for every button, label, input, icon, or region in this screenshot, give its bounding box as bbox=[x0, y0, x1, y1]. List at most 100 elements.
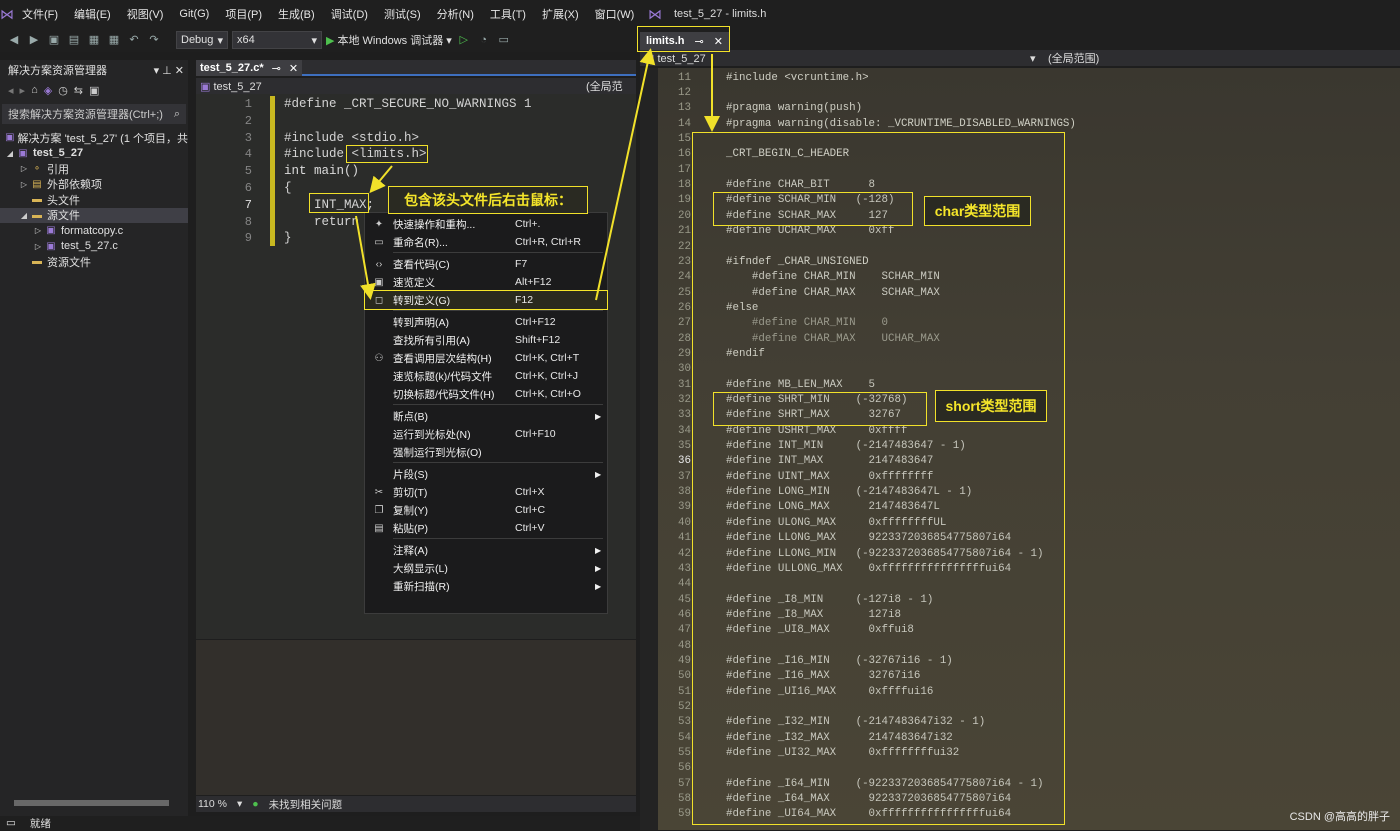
start-without-debugging-icon[interactable]: ▷ bbox=[456, 32, 472, 48]
sync-icon[interactable]: ⇆ bbox=[74, 84, 83, 97]
limits-code-line[interactable]: 34 #define USHRT_MAX 0xffff bbox=[658, 423, 907, 438]
expander-icon[interactable]: ▷ bbox=[32, 242, 44, 251]
limits-code-line[interactable]: 38 #define LONG_MIN (-2147483647L - 1) bbox=[658, 484, 972, 499]
scope-dropdown[interactable]: (全局范 bbox=[586, 78, 623, 94]
tree-item[interactable]: ▷ ∘ 引用 bbox=[0, 161, 188, 177]
context-menu-item[interactable]: 运行到光标处(N) Ctrl+F10 bbox=[365, 425, 607, 443]
back-icon[interactable]: ◀ bbox=[6, 32, 22, 48]
open-folder-icon[interactable]: ▤ bbox=[66, 32, 82, 48]
tree-item[interactable]: ◢ ▣ test_5_27 bbox=[0, 146, 188, 162]
menu-item[interactable]: 项目(P) bbox=[217, 6, 270, 22]
project-dropdown[interactable]: ▣ test_5_27 bbox=[196, 80, 586, 93]
new-project-icon[interactable]: ▣ bbox=[46, 32, 62, 48]
menu-item[interactable]: 编辑(E) bbox=[66, 6, 119, 22]
save-all-icon[interactable]: ▦ bbox=[106, 32, 122, 48]
limits-code-line[interactable]: 57 #define _I64_MIN (-9223372036854775807… bbox=[658, 776, 1043, 791]
context-menu-item[interactable]: 片段(S) ▶ bbox=[365, 465, 607, 483]
menu-item[interactable]: 分析(N) bbox=[429, 6, 482, 22]
limits-code-line[interactable]: 35 #define INT_MIN (-2147483647 - 1) bbox=[658, 438, 966, 453]
limits-code-line[interactable]: 24 #define CHAR_MIN SCHAR_MIN bbox=[658, 270, 940, 285]
platform-select[interactable]: x64 ▾ bbox=[232, 31, 322, 49]
context-menu-item[interactable]: 强制运行到光标(O) bbox=[365, 443, 607, 461]
limits-code-line[interactable]: 42 #define LLONG_MIN (-922337203685477580… bbox=[658, 546, 1043, 561]
context-menu-item[interactable]: 大纲显示(L) ▶ bbox=[365, 559, 607, 577]
menu-item[interactable]: 窗口(W) bbox=[587, 6, 643, 22]
run-debugger-button[interactable]: ▶ 本地 Windows 调试器 ▾ bbox=[326, 32, 452, 48]
limits-code-line[interactable]: 49 #define _I16_MIN (-32767i16 - 1) bbox=[658, 653, 953, 668]
horizontal-scrollbar[interactable] bbox=[14, 800, 169, 806]
context-menu-item[interactable]: 重新扫描(R) ▶ bbox=[365, 577, 607, 595]
limits-code-line[interactable]: 18 #define CHAR_BIT 8 bbox=[658, 177, 875, 192]
undo-icon[interactable]: ↶ bbox=[126, 32, 142, 48]
menu-item[interactable]: 工具(T) bbox=[482, 6, 534, 22]
limits-code-line[interactable]: 45 #define _I8_MIN (-127i8 - 1) bbox=[658, 592, 933, 607]
context-menu-item[interactable]: ▣ 速览定义 Alt+F12 bbox=[365, 273, 607, 291]
forward-icon[interactable]: ▸ bbox=[20, 84, 26, 97]
menu-item[interactable]: 调试(D) bbox=[323, 6, 376, 22]
limits-code-line[interactable]: 36 #define INT_MAX 2147483647 bbox=[658, 454, 933, 469]
save-icon[interactable]: ▦ bbox=[86, 32, 102, 48]
limits-code-line[interactable]: 25 #define CHAR_MAX SCHAR_MAX bbox=[658, 285, 940, 300]
chevron-down-icon[interactable]: ▾ bbox=[237, 798, 242, 810]
context-menu-item[interactable]: ‹› 查看代码(C) F7 bbox=[365, 255, 607, 273]
menu-item[interactable]: 测试(S) bbox=[376, 6, 429, 22]
context-menu-item[interactable]: 切换标题/代码文件(H) Ctrl+K, Ctrl+O bbox=[365, 385, 607, 403]
limits-code-line[interactable]: 44 bbox=[658, 577, 691, 592]
limits-code-line[interactable]: 28 #define CHAR_MAX UCHAR_MAX bbox=[658, 331, 940, 346]
menu-item[interactable]: 视图(V) bbox=[119, 6, 172, 22]
limits-code-line[interactable]: 39 #define LONG_MAX 2147483647L bbox=[658, 500, 940, 515]
context-menu-item[interactable]: ✂ 剪切(T) Ctrl+X bbox=[365, 483, 607, 501]
limits-code-line[interactable]: 53 #define _I32_MIN (-2147483647i32 - 1) bbox=[658, 715, 985, 730]
pin-icon[interactable]: ⊸ bbox=[272, 62, 281, 75]
limits-code-line[interactable]: 19 #define SCHAR_MIN (-128) bbox=[658, 193, 894, 208]
tree-item[interactable]: ▬ 资源文件 bbox=[0, 254, 188, 270]
pin-close-icons[interactable]: ▾ ⊥ ✕ bbox=[154, 64, 184, 77]
redo-icon[interactable]: ↷ bbox=[146, 32, 162, 48]
tab-test-5-27-c[interactable]: test_5_27.c* ⊸ ✕ bbox=[196, 60, 303, 76]
limits-code-line[interactable]: 46 #define _I8_MAX 127i8 bbox=[658, 607, 901, 622]
solution-search-input[interactable]: 搜索解决方案资源管理器(Ctrl+;) ⌕ bbox=[2, 104, 186, 124]
back-icon[interactable]: ◂ bbox=[8, 84, 14, 97]
context-menu-item[interactable]: 速览标题(k)/代码文件 Ctrl+K, Ctrl+J bbox=[365, 367, 607, 385]
tree-item[interactable]: ▷ ▤ 外部依赖项 bbox=[0, 177, 188, 193]
tree-item[interactable]: ▷ ▣ test_5_27.c bbox=[0, 239, 188, 255]
hot-reload-icon[interactable]: ◔ bbox=[476, 32, 492, 48]
limits-code-line[interactable]: 48 bbox=[658, 638, 691, 653]
limits-code-line[interactable]: 43 #define ULLONG_MAX 0xffffffffffffffffu… bbox=[658, 561, 1011, 576]
menu-item[interactable]: 扩展(X) bbox=[534, 6, 587, 22]
expander-icon[interactable]: ◢ bbox=[18, 211, 30, 220]
context-menu-item[interactable]: ✦ 快速操作和重构... Ctrl+. bbox=[365, 215, 607, 233]
limits-code-line[interactable]: 20 #define SCHAR_MAX 127 bbox=[658, 208, 888, 223]
context-menu-item[interactable]: 断点(B) ▶ bbox=[365, 407, 607, 425]
limits-code-line[interactable]: 32 #define SHRT_MIN (-32768) bbox=[658, 392, 907, 407]
limits-code-line[interactable]: 15 bbox=[658, 131, 691, 146]
limits-code-line[interactable]: 21 #define UCHAR_MAX 0xff bbox=[658, 224, 894, 239]
menu-item[interactable]: 生成(B) bbox=[270, 6, 323, 22]
limits-code-line[interactable]: 27 #define CHAR_MIN 0 bbox=[658, 316, 888, 331]
code-line[interactable]: return bbox=[284, 215, 359, 229]
limits-code-line[interactable]: 26 #else bbox=[658, 300, 758, 315]
context-menu-item[interactable]: ▤ 粘贴(P) Ctrl+V bbox=[365, 519, 607, 537]
close-icon[interactable]: ✕ bbox=[289, 62, 298, 75]
expander-icon[interactable]: ◢ bbox=[4, 149, 16, 158]
forward-icon[interactable]: ▶ bbox=[26, 32, 42, 48]
code-line[interactable]: { bbox=[284, 181, 292, 195]
context-menu-item[interactable]: 查找所有引用(A) Shift+F12 bbox=[365, 331, 607, 349]
limits-code-line[interactable]: 23 #ifndef _CHAR_UNSIGNED bbox=[658, 254, 869, 269]
collapse-icon[interactable]: ▣ bbox=[89, 84, 99, 97]
limits-code-line[interactable]: 31 #define MB_LEN_MAX 5 bbox=[658, 377, 875, 392]
limits-code-line[interactable]: 14 #pragma warning(disable: _VCRUNTIME_DI… bbox=[658, 116, 1076, 131]
context-menu-item[interactable]: 注释(A) ▶ bbox=[365, 541, 607, 559]
tree-item[interactable]: ◢ ▬ 源文件 bbox=[0, 207, 188, 223]
issues-status[interactable]: 未找到相关问题 bbox=[269, 797, 343, 812]
limits-code-line[interactable]: 22 bbox=[658, 239, 691, 254]
scope-dropdown[interactable]: (全局范围) bbox=[1048, 50, 1099, 66]
zoom-level[interactable]: 110 % bbox=[198, 798, 227, 810]
tree-item[interactable]: ▷ ▣ formatcopy.c bbox=[0, 223, 188, 239]
tree-item[interactable]: ▣ 解决方案 'test_5_27' (1 个项目，共 bbox=[0, 130, 188, 146]
context-menu-item[interactable]: ⚇ 查看调用层次结构(H) Ctrl+K, Ctrl+T bbox=[365, 349, 607, 367]
project-dropdown[interactable]: ▣ test_5_27 bbox=[640, 52, 1030, 65]
menu-item[interactable]: Git(G) bbox=[171, 8, 217, 20]
chevron-down-icon[interactable]: ▾ bbox=[1030, 52, 1048, 65]
limits-code-line[interactable]: 47 #define _UI8_MAX 0xffui8 bbox=[658, 623, 914, 638]
